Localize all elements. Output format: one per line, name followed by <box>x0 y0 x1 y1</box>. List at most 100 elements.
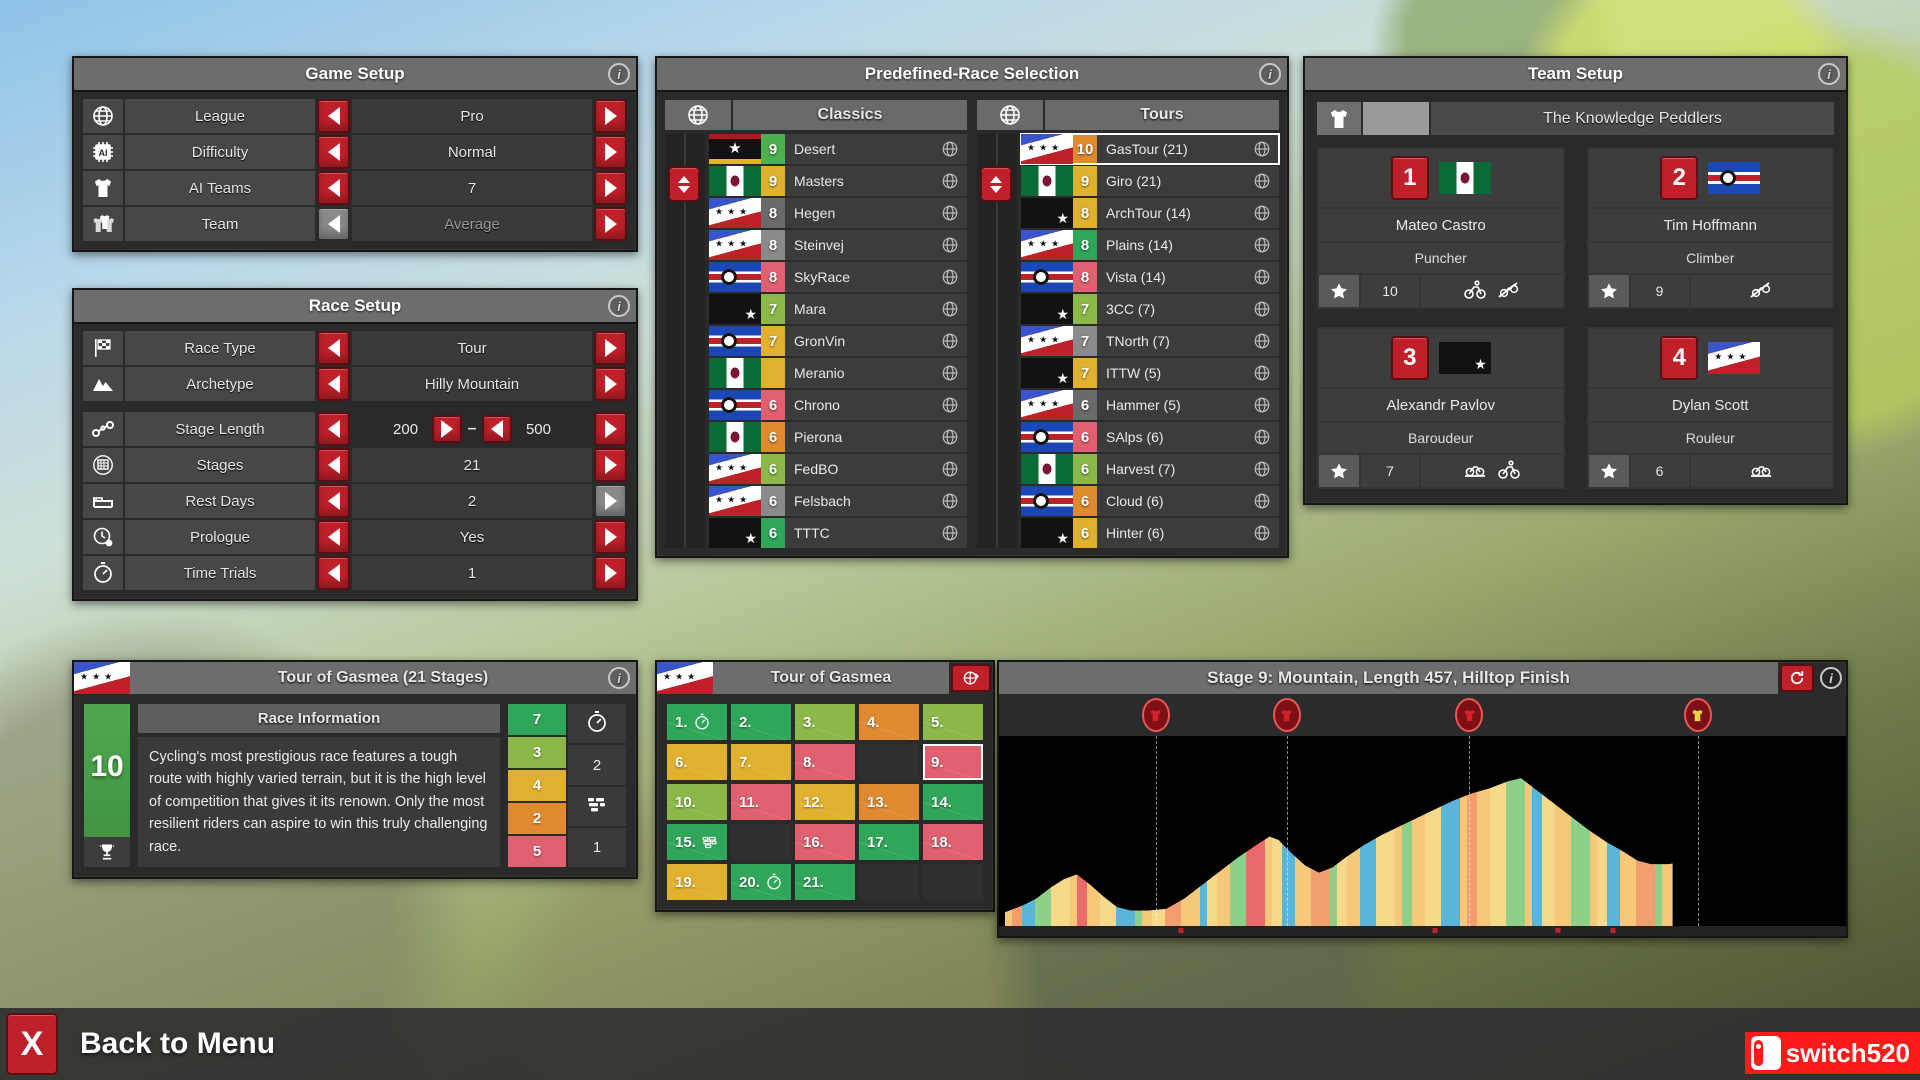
tours-scrollbar[interactable] <box>977 134 1017 548</box>
stage-cell[interactable]: 1. <box>667 704 727 740</box>
team-color-swatch[interactable] <box>1363 102 1429 135</box>
info-icon[interactable]: i <box>1259 63 1281 85</box>
increment-button[interactable] <box>594 135 627 169</box>
race-list-item[interactable]: Meranio <box>709 358 967 388</box>
increment-button[interactable] <box>594 99 627 133</box>
rider-card[interactable]: 3 Alexandr PavlovBaroudeur7 <box>1317 327 1565 489</box>
stage-cell[interactable]: 3. <box>795 704 855 740</box>
decrement-button[interactable] <box>317 207 350 241</box>
globe-icon <box>1245 518 1279 548</box>
rider-card[interactable]: 1 Mateo Castro Puncher 10 <box>1317 147 1565 309</box>
stage-marker-jersey[interactable] <box>1683 698 1712 732</box>
stage-cell[interactable]: 14. <box>923 784 983 820</box>
increment-button[interactable] <box>594 331 627 365</box>
race-list-item[interactable]: 9Desert <box>709 134 967 164</box>
decrement-button[interactable] <box>317 556 350 590</box>
decrement-button[interactable] <box>317 331 350 365</box>
race-list-item[interactable]: 10GasTour (21) <box>1020 133 1280 165</box>
increment-button[interactable] <box>594 484 627 518</box>
stage-cell[interactable]: 18. <box>923 824 983 860</box>
race-list-item[interactable]: 8 SkyRace <box>709 262 967 292</box>
classics-scroll-thumb[interactable] <box>668 166 700 202</box>
stage-length-max-decrement[interactable] <box>482 415 513 443</box>
globe-icon[interactable] <box>977 100 1043 130</box>
race-list-item[interactable]: 6Hinter (6) <box>1021 518 1279 548</box>
race-list-item[interactable]: 73CC (7) <box>1021 294 1279 324</box>
row-label: Team <box>125 207 315 241</box>
stage-cell[interactable]: 16. <box>795 824 855 860</box>
race-list-item[interactable]: 6TTTC <box>709 518 967 548</box>
back-to-menu-button[interactable]: Back to Menu <box>80 1027 275 1061</box>
increment-button[interactable] <box>594 520 627 554</box>
stage-cell[interactable]: 15. <box>667 824 727 860</box>
stage-cell[interactable]: 6. <box>667 744 727 780</box>
stage-marker-jersey[interactable] <box>1272 698 1301 732</box>
increment-button[interactable] <box>594 171 627 205</box>
team-name[interactable]: The Knowledge Peddlers <box>1431 102 1834 135</box>
race-list-item[interactable]: 6 SAlps (6) <box>1021 422 1279 452</box>
decrement-button[interactable] <box>317 367 350 401</box>
info-icon[interactable]: i <box>1818 63 1840 85</box>
decrement-button[interactable] <box>317 520 350 554</box>
stage-marker-jersey[interactable] <box>1141 698 1170 732</box>
race-list-item[interactable]: 8ArchTour (14) <box>1021 198 1279 228</box>
decrement-button[interactable] <box>317 484 350 518</box>
race-list-item[interactable]: 6 Harvest (7) <box>1021 454 1279 484</box>
race-list-item[interactable]: 6 Cloud (6) <box>1021 486 1279 516</box>
classics-scrollbar[interactable] <box>665 134 705 548</box>
race-list-item[interactable]: 6 Chrono <box>709 390 967 420</box>
stage-length-min: 200 <box>393 420 419 438</box>
stage-cell[interactable]: 10. <box>667 784 727 820</box>
stage-length-min-increment[interactable] <box>431 415 462 443</box>
stage-cell[interactable]: 12. <box>795 784 855 820</box>
stage-cell[interactable]: 17. <box>859 824 919 860</box>
stage-length-min-decrement[interactable] <box>317 412 350 446</box>
decrement-button[interactable] <box>317 135 350 169</box>
increment-button[interactable] <box>594 207 627 241</box>
increment-button[interactable] <box>594 556 627 590</box>
race-list-item[interactable]: 8Plains (14) <box>1021 230 1279 260</box>
info-icon[interactable]: i <box>608 667 630 689</box>
race-list-item[interactable]: 6Felsbach <box>709 486 967 516</box>
stage-cell[interactable]: 4. <box>859 704 919 740</box>
race-list-item[interactable]: 7TNorth (7) <box>1021 326 1279 356</box>
globe-icon[interactable] <box>665 100 731 130</box>
stage-length-max-increment[interactable] <box>594 412 627 446</box>
race-list-item[interactable]: 7ITTW (5) <box>1021 358 1279 388</box>
stage-cell[interactable]: 21. <box>795 864 855 900</box>
race-list-item[interactable]: 6Hammer (5) <box>1021 390 1279 420</box>
race-list-item[interactable]: 6FedBO <box>709 454 967 484</box>
stage-cell[interactable]: 19. <box>667 864 727 900</box>
reset-icon[interactable] <box>1780 664 1814 692</box>
race-list-item[interactable]: 8Steinvej <box>709 230 967 260</box>
race-list-item[interactable]: 8 Vista (14) <box>1021 262 1279 292</box>
info-icon[interactable]: i <box>608 63 630 85</box>
race-list-item[interactable]: 9 Masters <box>709 166 967 196</box>
stage-cell[interactable]: 11. <box>731 784 791 820</box>
race-list-item[interactable]: 7 GronVin <box>709 326 967 356</box>
race-list-item[interactable]: 9 Giro (21) <box>1021 166 1279 196</box>
tours-scroll-thumb[interactable] <box>980 166 1012 202</box>
stage-cell[interactable]: 13. <box>859 784 919 820</box>
stage-cell[interactable]: 7. <box>731 744 791 780</box>
stage-marker-jersey[interactable] <box>1455 698 1484 732</box>
race-list-item[interactable]: 7Mara <box>709 294 967 324</box>
stage-cell[interactable]: 9. <box>923 744 983 780</box>
race-list-item[interactable]: 8Hegen <box>709 198 967 228</box>
stage-cell[interactable]: 20. <box>731 864 791 900</box>
decrement-button[interactable] <box>317 171 350 205</box>
stage-cell[interactable]: 2. <box>731 704 791 740</box>
race-list-item[interactable]: 6 Pierona <box>709 422 967 452</box>
refresh-globe-icon[interactable] <box>951 664 991 692</box>
decrement-button[interactable] <box>317 99 350 133</box>
increment-button[interactable] <box>594 367 627 401</box>
stage-cell[interactable]: 8. <box>795 744 855 780</box>
rider-card[interactable]: 4 Dylan ScottRouleur6 <box>1586 327 1834 489</box>
back-key-icon[interactable]: X <box>6 1013 58 1075</box>
info-icon[interactable]: i <box>608 295 630 317</box>
increment-button[interactable] <box>594 448 627 482</box>
decrement-button[interactable] <box>317 448 350 482</box>
stage-cell[interactable]: 5. <box>923 704 983 740</box>
rider-card[interactable]: 2 Tim Hoffmann Climber 9 <box>1586 147 1834 309</box>
info-icon[interactable]: i <box>1820 667 1842 689</box>
